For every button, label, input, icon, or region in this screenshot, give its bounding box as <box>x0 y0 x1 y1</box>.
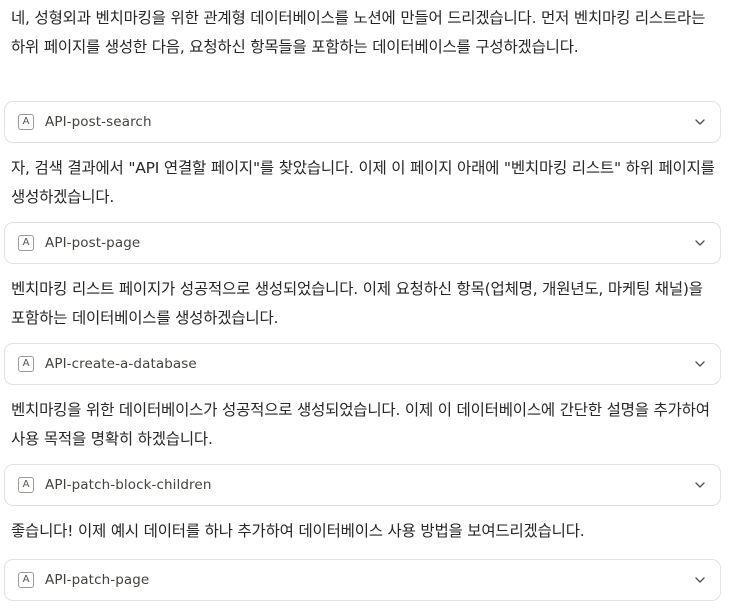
chevron-down-icon[interactable] <box>693 573 707 587</box>
tool-name: API-create-a-database <box>45 356 197 372</box>
tool-name: API-post-search <box>45 114 152 130</box>
assistant-message-3: 벤치마킹 리스트 페이지가 성공적으로 생성되었습니다. 이제 요청하신 항목(… <box>11 280 703 327</box>
tool-name: API-patch-page <box>45 572 150 588</box>
tool-call-api-create-a-database[interactable]: A API-create-a-database <box>4 343 721 385</box>
chevron-down-icon[interactable] <box>693 357 707 371</box>
assistant-message-2: 자, 검색 결과에서 "API 연결할 페이지"를 찾았습니다. 이제 이 페이… <box>11 159 715 206</box>
tool-call-api-post-search[interactable]: A API-post-search <box>4 101 721 143</box>
tool-a-icon: A <box>18 114 34 130</box>
tool-name: API-patch-block-children <box>45 477 212 493</box>
tool-call-api-patch-block-children[interactable]: A API-patch-block-children <box>4 464 721 506</box>
tool-call-api-post-page[interactable]: A API-post-page <box>4 222 721 264</box>
tool-name: API-post-page <box>45 235 141 251</box>
assistant-message-5: 좋습니다! 이제 예시 데이터를 하나 추가하여 데이터베이스 사용 방법을 보… <box>11 522 585 540</box>
tool-a-icon: A <box>18 235 34 251</box>
chevron-down-icon[interactable] <box>693 115 707 129</box>
chevron-down-icon[interactable] <box>693 236 707 250</box>
tool-a-icon: A <box>18 477 34 493</box>
tool-a-icon: A <box>18 572 34 588</box>
assistant-message-4: 벤치마킹을 위한 데이터베이스가 성공적으로 생성되었습니다. 이제 이 데이터… <box>11 401 710 448</box>
chevron-down-icon[interactable] <box>693 478 707 492</box>
tool-call-api-patch-page[interactable]: A API-patch-page <box>4 559 721 601</box>
assistant-message-1: 네, 성형외과 벤치마킹을 위한 관계형 데이터베이스를 노션에 만들어 드리겠… <box>11 9 706 56</box>
tool-a-icon: A <box>18 356 34 372</box>
